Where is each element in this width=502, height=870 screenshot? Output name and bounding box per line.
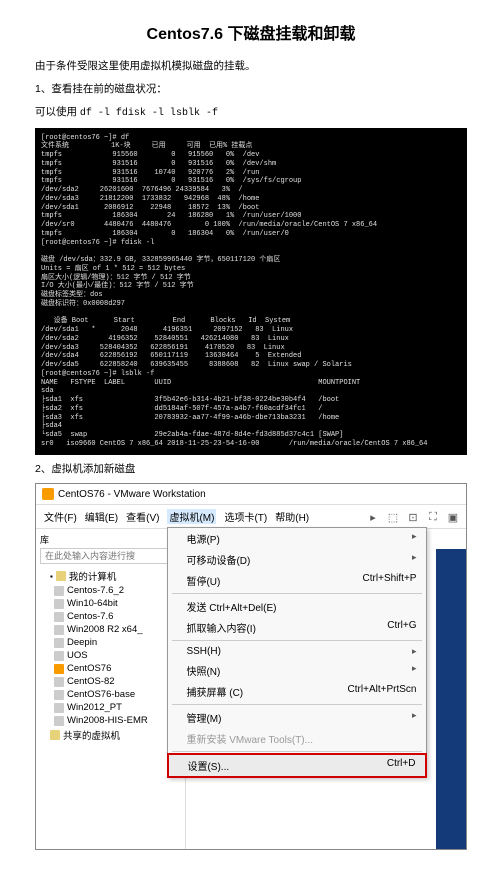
menu-item[interactable]: SSH(H) bbox=[168, 643, 426, 660]
power-icon[interactable]: ▸ bbox=[366, 510, 380, 524]
vm-tree: ▪ 我的计算机 Centos-7.6_2 Win10-64bit Centos-… bbox=[40, 568, 181, 743]
terminal-output: [root@centos76 ~]# df 文件系统 1K-块 已用 可用 已用… bbox=[35, 128, 467, 455]
window-titlebar: CentOS76 - VMware Workstation bbox=[36, 484, 466, 505]
tree-item[interactable]: CentOS76 bbox=[40, 662, 181, 675]
menu-item[interactable]: 设置(S)...Ctrl+D bbox=[167, 753, 427, 778]
menu-view[interactable]: 查看(V) bbox=[126, 509, 159, 524]
tree-item[interactable]: Centos-7.6 bbox=[40, 610, 181, 623]
toolbar: ▸ ⬚ ⊡ ⛶ ▣ bbox=[166, 508, 460, 524]
menu-item[interactable]: 电源(P) bbox=[168, 528, 426, 549]
menu-item[interactable]: 可移动设备(D) bbox=[168, 549, 426, 570]
step2-label: 2、虚拟机添加新磁盘 bbox=[35, 461, 467, 478]
tree-item[interactable]: UOS bbox=[40, 649, 181, 662]
step1b-text: 可以使用 df -l fdisk -l lsblk -f bbox=[35, 104, 467, 122]
tree-item[interactable]: Deepin bbox=[40, 636, 181, 649]
tree-item[interactable]: Win2008 R2 x64_ bbox=[40, 623, 181, 636]
menu-item[interactable]: 捕获屏幕 (C)Ctrl+Alt+PrtScn bbox=[168, 681, 426, 702]
menu-item[interactable]: 抓取输入内容(I)Ctrl+G bbox=[168, 617, 426, 638]
step1-label: 1、查看挂在前的磁盘状况： bbox=[35, 81, 467, 98]
unity-icon[interactable]: ▣ bbox=[446, 510, 460, 524]
snapshot-icon[interactable]: ⊡ bbox=[406, 510, 420, 524]
tree-item[interactable]: Win10-64bit bbox=[40, 597, 181, 610]
vmware-window: CentOS76 - VMware Workstation 文件(F) 编辑(E… bbox=[35, 483, 467, 850]
tree-item[interactable]: Centos-7.6_2 bbox=[40, 584, 181, 597]
menu-item[interactable]: 发送 Ctrl+Alt+Del(E) bbox=[168, 596, 426, 617]
menu-item[interactable]: 快照(N) bbox=[168, 660, 426, 681]
tree-item[interactable]: CentOS-82 bbox=[40, 675, 181, 688]
tree-item[interactable]: Win2012_PT bbox=[40, 701, 181, 714]
tree-shared[interactable]: 共享的虚拟机 bbox=[40, 727, 181, 743]
stop-icon[interactable]: ⬚ bbox=[386, 510, 400, 524]
menu-bar: 文件(F) 编辑(E) 查看(V) 虚拟机(M) 电源(P)可移动设备(D)暂停… bbox=[36, 505, 466, 529]
tree-root[interactable]: ▪ 我的计算机 bbox=[40, 568, 181, 584]
fullscreen-icon[interactable]: ⛶ bbox=[426, 510, 440, 524]
menu-file[interactable]: 文件(F) bbox=[44, 509, 77, 524]
vmware-icon bbox=[42, 488, 54, 500]
tree-item[interactable]: CentOS76-base bbox=[40, 688, 181, 701]
sidebar: 库 ▪ 我的计算机 Centos-7.6_2 Win10-64bit Cento… bbox=[36, 529, 186, 849]
intro-text: 由于条件受限这里使用虚拟机模拟磁盘的挂载。 bbox=[35, 58, 467, 75]
menu-edit[interactable]: 编辑(E) bbox=[85, 509, 118, 524]
command-text: df -l fdisk -l lsblk -f bbox=[80, 108, 218, 119]
search-input[interactable] bbox=[40, 548, 181, 564]
page-title: Centos7.6 下磁盘挂载和卸载 bbox=[35, 20, 467, 44]
library-label: 库 bbox=[40, 533, 181, 546]
vm-dropdown: 电源(P)可移动设备(D)暂停(U)Ctrl+Shift+P 发送 Ctrl+Al… bbox=[167, 527, 427, 778]
tree-item[interactable]: Win2008-HIS-EMR bbox=[40, 714, 181, 727]
menu-item[interactable]: 暂停(U)Ctrl+Shift+P bbox=[168, 570, 426, 591]
menu-item: 重新安装 VMware Tools(T)... bbox=[168, 728, 426, 749]
guest-screen bbox=[436, 549, 466, 849]
